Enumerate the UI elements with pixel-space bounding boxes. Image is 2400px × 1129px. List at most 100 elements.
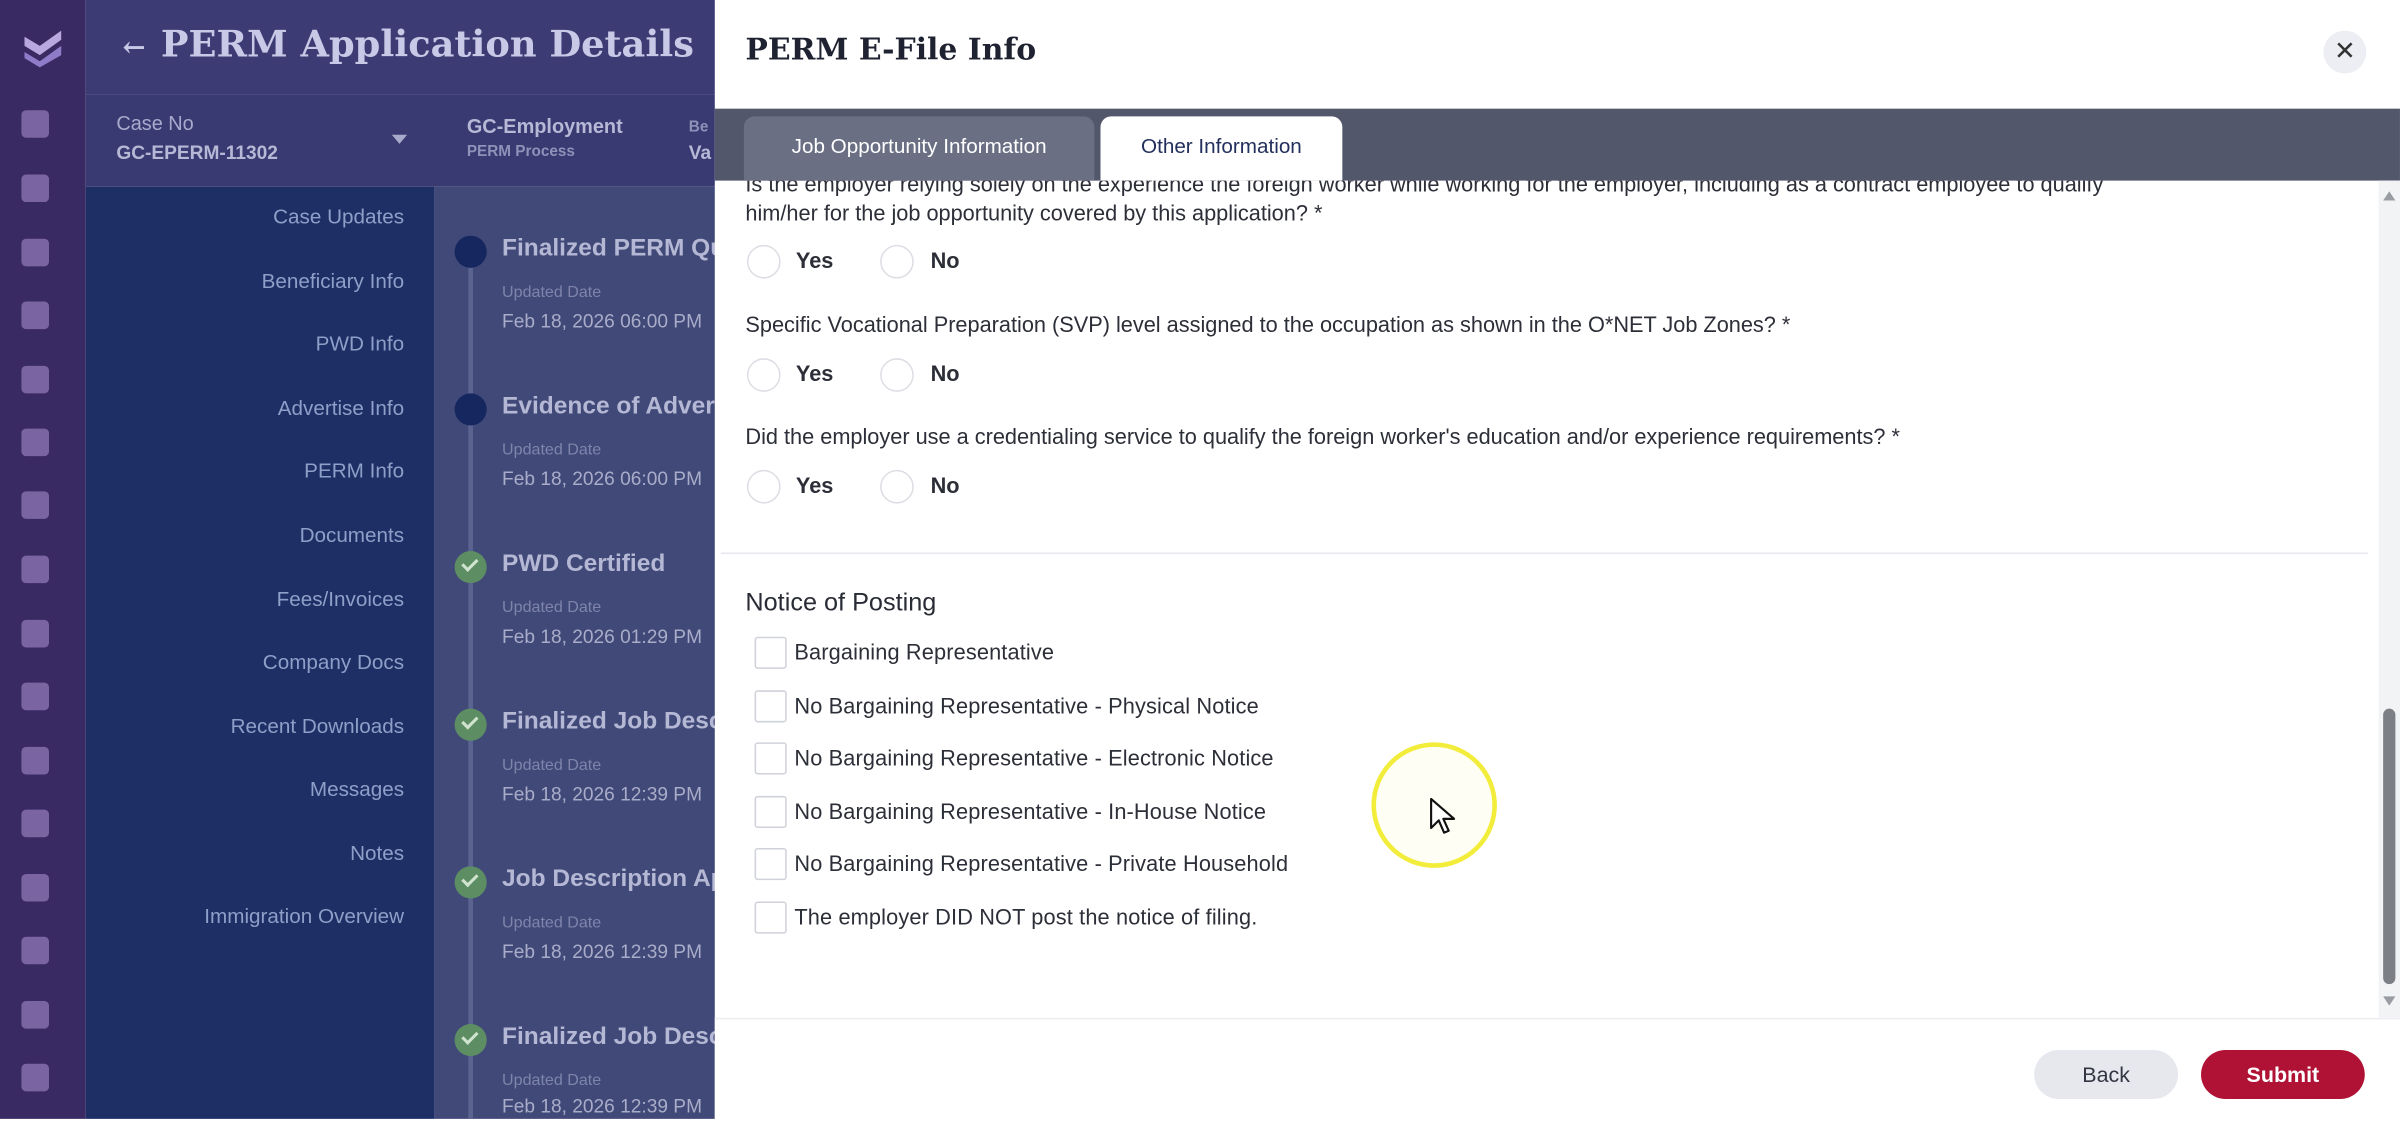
tab-job-opportunity-information[interactable]: Job Opportunity Information [743, 116, 1095, 181]
checkbox-physical-notice[interactable] [754, 690, 787, 723]
user-icon[interactable] [21, 746, 49, 775]
left-rail [0, 0, 86, 1119]
timeline-date: Feb 18, 2026 12:39 PM [502, 1095, 703, 1118]
case-dropdown-icon[interactable] [391, 134, 408, 144]
timeline-date-label: Updated Date [502, 1071, 602, 1090]
process-sub: PERM Process [466, 143, 575, 161]
timeline-dot-current [454, 393, 487, 426]
checkbox-label: No Bargaining Representative - Physical … [794, 694, 1259, 720]
timeline-dot-current [454, 235, 487, 268]
radio-yes-label: Yes [795, 474, 834, 499]
nav-item-advertise-info[interactable]: Advertise Info [278, 396, 404, 419]
timeline-date-label: Updated Date [502, 440, 602, 460]
timeline-title: Job Description Ap [502, 866, 726, 893]
scroll-down-icon[interactable] [2383, 996, 2396, 1006]
form-icon[interactable] [21, 238, 49, 267]
message-icon[interactable] [21, 936, 49, 965]
checkbox-bargaining-representative[interactable] [754, 636, 787, 669]
nav-item-pwd-info[interactable]: PWD Info [316, 332, 404, 355]
form-content: Is the employer relying solely on the ex… [715, 181, 2379, 1018]
timeline-date-label: Updated Date [502, 283, 602, 302]
timeline-title: Finalized Job Desc [502, 708, 723, 735]
case-no-label: Case No [116, 111, 194, 135]
checkbox-label: No Bargaining Representative - In-House … [794, 800, 1267, 825]
timeline-date: Feb 18, 2026 12:39 PM [502, 941, 703, 963]
nav-item-perm-info[interactable]: PERM Info [304, 459, 404, 482]
radio-no-label: No [930, 249, 960, 274]
checkbox-did-not-post[interactable] [754, 901, 787, 934]
nav-item-beneficiary-info[interactable]: Beneficiary Info [262, 269, 404, 292]
case-icon[interactable] [21, 301, 49, 330]
timeline-date-label: Updated Date [502, 598, 602, 617]
notice-of-posting-title: Notice of Posting [745, 589, 937, 617]
building-icon[interactable] [21, 619, 49, 648]
nav-item-fees-invoices[interactable]: Fees/Invoices [277, 588, 404, 611]
users-icon[interactable] [21, 809, 49, 838]
modal-title: PERM E-File Info [745, 32, 1037, 68]
radio-yes[interactable] [746, 244, 781, 279]
checkbox-label: Bargaining Representative [794, 641, 1055, 666]
report-icon[interactable] [21, 365, 49, 394]
book-icon[interactable] [21, 491, 49, 519]
radio-yes[interactable] [746, 469, 781, 504]
timeline-date: Feb 18, 2026 12:39 PM [502, 783, 703, 806]
checkbox-label: No Bargaining Representative - Private H… [794, 852, 1289, 878]
document-icon[interactable] [21, 174, 49, 203]
section-divider [720, 552, 2368, 555]
nav-item-company-docs[interactable]: Company Docs [263, 651, 404, 674]
back-button[interactable]: Back [2034, 1049, 2179, 1099]
scroll-up-icon[interactable] [2383, 191, 2396, 201]
process-label: GC-Employment [466, 114, 623, 138]
timeline-line [468, 260, 473, 1119]
radio-no[interactable] [880, 244, 914, 279]
tab-other-information[interactable]: Other Information [1100, 116, 1343, 181]
ledger-icon[interactable] [21, 1063, 49, 1092]
question-text: Did the employer use a credentialing ser… [745, 425, 1900, 450]
extra-label-2: Va [688, 142, 712, 164]
modal-footer: Back Submit [714, 1017, 2400, 1129]
chat-icon[interactable] [21, 428, 49, 457]
page-title: ← PERM Application Details [122, 21, 694, 66]
extra-label-1: Be [688, 119, 709, 137]
question-text: him/her for the job opportunity covered … [745, 202, 1323, 227]
radio-no[interactable] [880, 358, 914, 392]
checkbox-in-house-notice[interactable] [754, 795, 787, 829]
question-text: Specific Vocational Preparation (SVP) le… [745, 313, 1791, 339]
nav-item-notes[interactable]: Notes [350, 842, 404, 865]
radio-yes-label: Yes [795, 249, 834, 274]
perm-efile-modal: PERM E-File Info ✕ Job Opportunity Infor… [714, 0, 2400, 1129]
nav-item-immigration-overview[interactable]: Immigration Overview [204, 905, 404, 928]
nav-item-case-updates[interactable]: Case Updates [273, 205, 404, 228]
scrollbar[interactable] [2378, 180, 2400, 1018]
app-logo-icon[interactable] [18, 24, 67, 70]
checkbox-label: The employer DID NOT post the notice of … [794, 906, 1258, 931]
dashboard-icon[interactable] [21, 110, 49, 138]
check-circle-icon [454, 551, 487, 584]
timeline-title: Finalized Job Desc [502, 1023, 723, 1050]
radio-no[interactable] [880, 469, 914, 504]
case-no-value: GC-EPERM-11302 [116, 142, 278, 164]
profile-icon[interactable] [21, 1001, 49, 1029]
checkbox-label: No Bargaining Representative - Electroni… [794, 746, 1274, 772]
timeline-date: Feb 18, 2026 06:00 PM [502, 468, 703, 490]
check-circle-icon [454, 866, 487, 899]
submit-button[interactable]: Submit [2201, 1049, 2365, 1099]
mouse-cursor-icon [1430, 797, 1456, 834]
checkbox-private-household[interactable] [754, 847, 787, 881]
clipboard-icon[interactable] [21, 682, 49, 711]
nav-item-recent-downloads[interactable]: Recent Downloads [231, 715, 404, 738]
timeline-title: Finalized PERM Qu [502, 235, 726, 262]
back-arrow-icon[interactable]: ← [122, 32, 145, 64]
folder-icon[interactable] [21, 873, 49, 902]
check-circle-icon [454, 708, 487, 741]
edit-icon[interactable] [21, 555, 49, 584]
close-icon: ✕ [2333, 36, 2356, 66]
scrollbar-thumb[interactable] [2383, 708, 2396, 985]
close-button[interactable]: ✕ [2323, 30, 2367, 74]
nav-item-documents[interactable]: Documents [300, 523, 405, 546]
radio-yes[interactable] [746, 358, 781, 392]
timeline-date: Feb 18, 2026 06:00 PM [502, 310, 703, 333]
checkbox-electronic-notice[interactable] [754, 742, 787, 775]
nav-item-messages[interactable]: Messages [310, 778, 404, 801]
tab-bar: Job Opportunity Information Other Inform… [714, 108, 2400, 181]
